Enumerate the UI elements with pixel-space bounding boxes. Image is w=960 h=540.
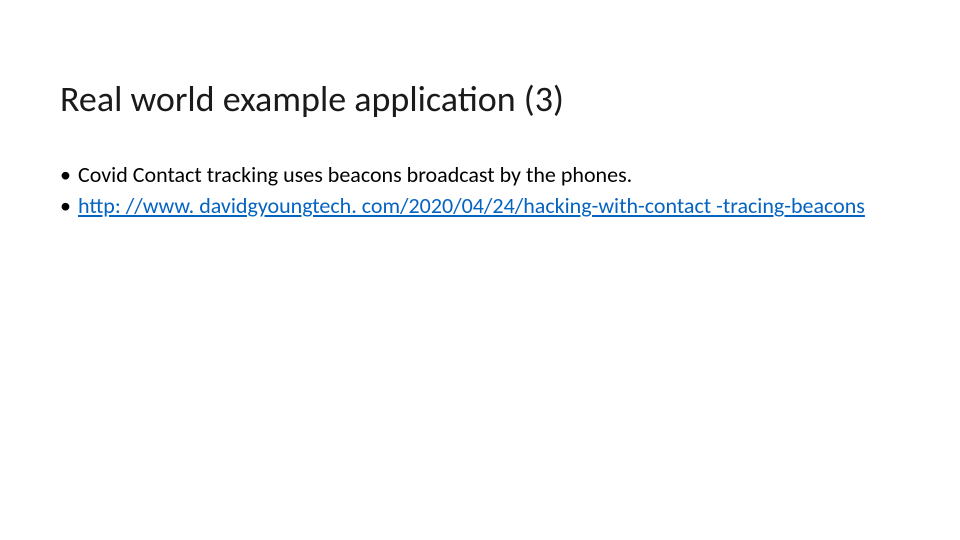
slide-body: • Covid Contact tracking uses beacons br… [60,160,900,221]
bullet-text: http: //www. davidgyoungtech. com/2020/0… [78,191,900,221]
slide: Real world example application (3) • Cov… [0,0,960,540]
bullet-dot-icon: • [60,160,78,190]
bullet-item: • Covid Contact tracking uses beacons br… [60,160,900,190]
bullet-text: Covid Contact tracking uses beacons broa… [78,160,900,190]
slide-title: Real world example application (3) [60,80,900,120]
reference-link[interactable]: http: //www. davidgyoungtech. com/2020/0… [78,192,865,219]
bullet-dot-icon: • [60,191,78,221]
bullet-item: • http: //www. davidgyoungtech. com/2020… [60,191,900,221]
